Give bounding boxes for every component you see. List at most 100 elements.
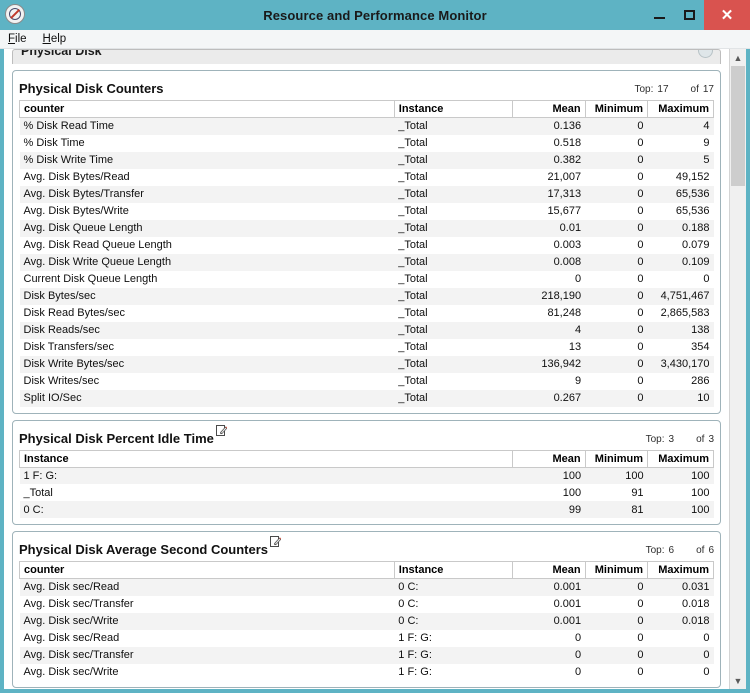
column-header[interactable]: Mean — [511, 561, 586, 579]
table-cell: % Disk Time — [19, 134, 395, 152]
table-row[interactable]: % Disk Time _Total 0.518 0 9 — [19, 134, 714, 152]
table-cell: 0.109 — [647, 253, 714, 271]
table-row[interactable]: Avg. Disk sec/Write 1 F: G: 0 0 0 — [19, 663, 714, 681]
table-cell: Disk Read Bytes/sec — [19, 304, 395, 322]
table-cell: 1 F: G: — [19, 467, 513, 484]
menu-item-file[interactable]: File — [8, 33, 27, 45]
column-header[interactable]: counter — [19, 100, 395, 118]
scrollbar-track[interactable] — [730, 66, 746, 672]
table-row[interactable]: Avg. Disk Read Queue Length _Total 0.003 0 0… — [19, 236, 714, 254]
of-value: 6 — [708, 545, 714, 556]
table-cell: 0.382 — [512, 151, 586, 169]
table-cell: 0 — [585, 185, 648, 203]
table-cell: 0 — [585, 321, 648, 339]
column-header[interactable]: Maximum — [647, 100, 714, 118]
table-header-row: counter Instance Mean Minimum Maximum — [19, 100, 714, 118]
table-row[interactable]: Avg. Disk sec/Read 1 F: G: 0 0 0 — [19, 629, 714, 647]
menu-bar: File Help — [0, 30, 750, 49]
table-row[interactable]: Disk Writes/sec _Total 9 0 286 — [19, 372, 714, 390]
column-header[interactable]: Mean — [511, 449, 586, 468]
table-cell: 91 — [585, 484, 648, 501]
close-button[interactable]: ✕ — [704, 0, 750, 30]
table-cell: 0 — [585, 372, 648, 390]
table-row[interactable]: Current Disk Queue Length _Total 0 0 0 — [19, 270, 714, 288]
table-cell: Current Disk Queue Length — [19, 270, 395, 288]
table-cell: 0 — [585, 253, 648, 271]
column-header[interactable]: Instance — [393, 100, 513, 118]
table-cell: 0 C: — [19, 501, 513, 518]
table-row[interactable]: Split IO/Sec _Total 0.267 0 10 — [19, 389, 714, 407]
table-row[interactable]: _Total 100 91 100 — [19, 484, 714, 501]
table-row[interactable]: Disk Transfers/sec _Total 13 0 354 — [19, 338, 714, 356]
edit-icon[interactable] — [215, 424, 228, 436]
scroll-down-button[interactable]: ▼ — [730, 672, 746, 689]
column-header[interactable]: Maximum — [647, 561, 714, 579]
column-header[interactable]: Instance — [19, 449, 513, 468]
scrollbar-thumb[interactable] — [731, 66, 745, 186]
table-row[interactable]: 1 F: G: 100 100 100 — [19, 467, 714, 484]
column-header[interactable]: Minimum — [584, 561, 649, 579]
table-cell: 0 — [585, 663, 648, 681]
column-header[interactable]: Minimum — [584, 449, 649, 468]
table-cell: Disk Transfers/sec — [19, 338, 395, 356]
table-cell: 0.008 — [512, 253, 586, 271]
table-row[interactable]: Avg. Disk Bytes/Transfer _Total 17,313 0 65,… — [19, 185, 714, 203]
table-row[interactable]: Avg. Disk sec/Transfer 1 F: G: 0 0 0 — [19, 646, 714, 664]
table-row[interactable]: Avg. Disk sec/Read 0 C: 0.001 0 0.031 — [19, 578, 714, 596]
table-cell: 15,677 — [512, 202, 586, 220]
table-row[interactable]: Avg. Disk Write Queue Length _Total 0.008 0… — [19, 253, 714, 271]
table-row[interactable]: Disk Read Bytes/sec _Total 81,248 0 2,865,58… — [19, 304, 714, 322]
table-cell: 2,865,583 — [647, 304, 714, 322]
table-cell: 0 — [585, 389, 648, 407]
table-cell: 0 — [585, 304, 648, 322]
minimize-button[interactable] — [644, 0, 674, 30]
table-cell: Disk Bytes/sec — [19, 287, 395, 305]
table-row[interactable]: Avg. Disk Bytes/Read _Total 21,007 0 49,152 — [19, 168, 714, 186]
collapsed-section-physical-disk[interactable]: Physical Disk — [12, 49, 721, 64]
table-cell: Avg. Disk Bytes/Write — [19, 202, 395, 220]
table-cell: 0 — [585, 134, 648, 152]
table-cell: Avg. Disk sec/Read — [19, 578, 395, 596]
table-row[interactable]: Disk Bytes/sec _Total 218,190 0 4,751,467 — [19, 287, 714, 305]
maximize-button[interactable] — [674, 0, 704, 30]
table-cell: Avg. Disk sec/Transfer — [19, 646, 395, 664]
table-row[interactable]: 0 C: 99 81 100 — [19, 501, 714, 518]
table-cell: 0.001 — [512, 612, 586, 630]
report-section: Physical Disk Counters Top: 17 of 17 counter I… — [12, 70, 721, 414]
of-label: of — [696, 433, 705, 445]
top-of-indicator: Top: 3 of 3 — [646, 434, 714, 446]
top-value: 6 — [668, 545, 675, 556]
counters-table: Instance Mean Minimum Maximum 1 F: G: 100 100 1… — [19, 449, 714, 518]
column-header[interactable]: Minimum — [584, 100, 649, 118]
table-cell: 286 — [647, 372, 714, 390]
section-header: Physical Disk Counters Top: 17 of 17 — [19, 76, 714, 96]
table-row[interactable]: Avg. Disk Bytes/Write _Total 15,677 0 65,536 — [19, 202, 714, 220]
table-cell: 100 — [512, 467, 586, 484]
table-cell: 100 — [512, 484, 586, 501]
table-cell: 65,536 — [647, 202, 714, 220]
table-row[interactable]: Avg. Disk sec/Transfer 0 C: 0.001 0 0.018 — [19, 595, 714, 613]
performance-monitor-icon — [5, 4, 25, 24]
column-header[interactable]: Mean — [511, 100, 586, 118]
vertical-scrollbar[interactable]: ▲ ▼ — [729, 49, 746, 689]
column-header[interactable]: Maximum — [647, 449, 714, 468]
table-row[interactable]: Avg. Disk Queue Length _Total 0.01 0 0.188 — [19, 219, 714, 237]
chevron-up-icon[interactable] — [698, 50, 713, 58]
counters-table: counter Instance Mean Minimum Maximum% Disk … — [19, 100, 714, 407]
table-cell: 21,007 — [512, 168, 586, 186]
top-value: 3 — [668, 433, 675, 445]
top-label: Top: — [645, 433, 665, 445]
menu-item-help[interactable]: Help — [43, 33, 67, 45]
table-row[interactable]: Disk Write Bytes/sec _Total 136,942 0 3,430,… — [19, 355, 714, 373]
table-row[interactable]: % Disk Read Time _Total 0.136 0 4 — [19, 117, 714, 135]
scroll-up-button[interactable]: ▲ — [730, 49, 746, 66]
table-row[interactable]: % Disk Write Time _Total 0.382 0 5 — [19, 151, 714, 169]
table-row[interactable]: Disk Reads/sec _Total 4 0 138 — [19, 321, 714, 339]
column-header[interactable]: Instance — [393, 561, 513, 579]
section-header: Physical Disk Average Second Counters Top… — [19, 535, 714, 557]
report-section: Physical Disk Percent Idle Time Top: 3 of 3 I… — [12, 419, 721, 525]
table-row[interactable]: Avg. Disk sec/Write 0 C: 0.001 0 0.018 — [19, 612, 714, 630]
column-header[interactable]: counter — [19, 561, 395, 579]
table-cell: 0 — [512, 646, 586, 664]
edit-icon[interactable] — [270, 535, 282, 547]
